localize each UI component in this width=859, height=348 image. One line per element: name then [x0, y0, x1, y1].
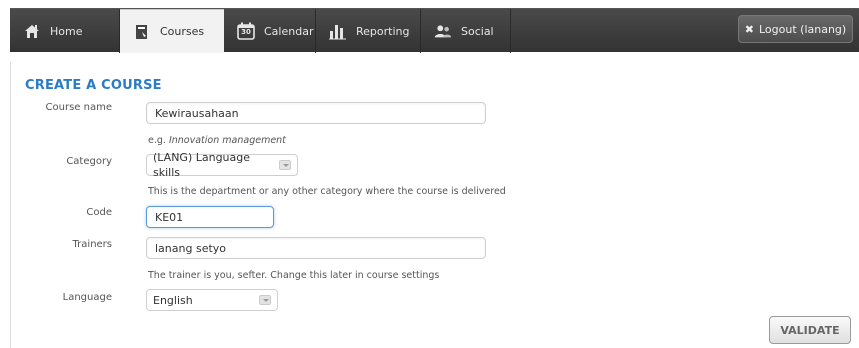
- social-icon: [433, 21, 453, 41]
- create-course-panel: CREATE A COURSE Course name Kewirausahaa…: [10, 62, 859, 348]
- language-value: English: [153, 293, 193, 307]
- tab-reporting[interactable]: Reporting: [316, 9, 421, 53]
- home-icon: [22, 21, 42, 41]
- tab-home[interactable]: Home: [10, 9, 120, 53]
- category-select[interactable]: (LANG) Language skills: [146, 151, 298, 179]
- calendar-icon: 30: [236, 21, 256, 41]
- tab-social-label: Social: [461, 24, 494, 38]
- courses-icon: [132, 22, 152, 42]
- tab-calendar[interactable]: 30 Calendar: [224, 9, 316, 53]
- code-label: Code: [86, 207, 112, 218]
- code-input[interactable]: KE01: [146, 206, 274, 228]
- logout-label: Logout (lanang): [759, 22, 847, 36]
- tab-calendar-label: Calendar: [264, 24, 314, 38]
- course-name-hint: e.g. Innovation management: [148, 135, 286, 146]
- language-label: Language: [62, 292, 112, 303]
- trainers-hint: The trainer is you, sefter. Change this …: [148, 270, 440, 281]
- tab-reporting-label: Reporting: [356, 24, 410, 38]
- navbar-strip: Home Courses 30 Calendar Reporting Socia…: [10, 8, 859, 53]
- course-name-hint-example: Innovation management: [168, 135, 286, 146]
- tab-social[interactable]: Social: [421, 9, 511, 53]
- course-name-label: Course name: [45, 102, 112, 113]
- language-select[interactable]: English: [146, 289, 278, 311]
- top-navbar: Home Courses 30 Calendar Reporting Socia…: [0, 0, 859, 62]
- category-label: Category: [66, 156, 112, 167]
- trainers-label: Trainers: [72, 239, 112, 250]
- tab-courses-label: Courses: [160, 25, 205, 38]
- calendar-day: 30: [241, 28, 251, 36]
- close-icon: ✖: [744, 22, 754, 36]
- course-name-hint-prefix: e.g.: [148, 135, 166, 146]
- validate-button[interactable]: VALIDATE: [769, 316, 851, 344]
- tab-courses[interactable]: Courses: [120, 9, 224, 53]
- page-title: CREATE A COURSE: [25, 78, 162, 93]
- category-value: (LANG) Language skills: [153, 151, 251, 179]
- chevron-down-icon: [259, 295, 271, 305]
- trainers-input[interactable]: lanang setyo: [146, 237, 486, 259]
- course-name-input[interactable]: Kewirausahaan: [146, 102, 486, 124]
- reporting-icon: [328, 21, 348, 41]
- category-hint: This is the department or any other cate…: [148, 186, 506, 197]
- tab-home-label: Home: [50, 24, 83, 38]
- chevron-down-icon: [279, 160, 291, 170]
- logout-button[interactable]: ✖ Logout (lanang): [738, 15, 853, 43]
